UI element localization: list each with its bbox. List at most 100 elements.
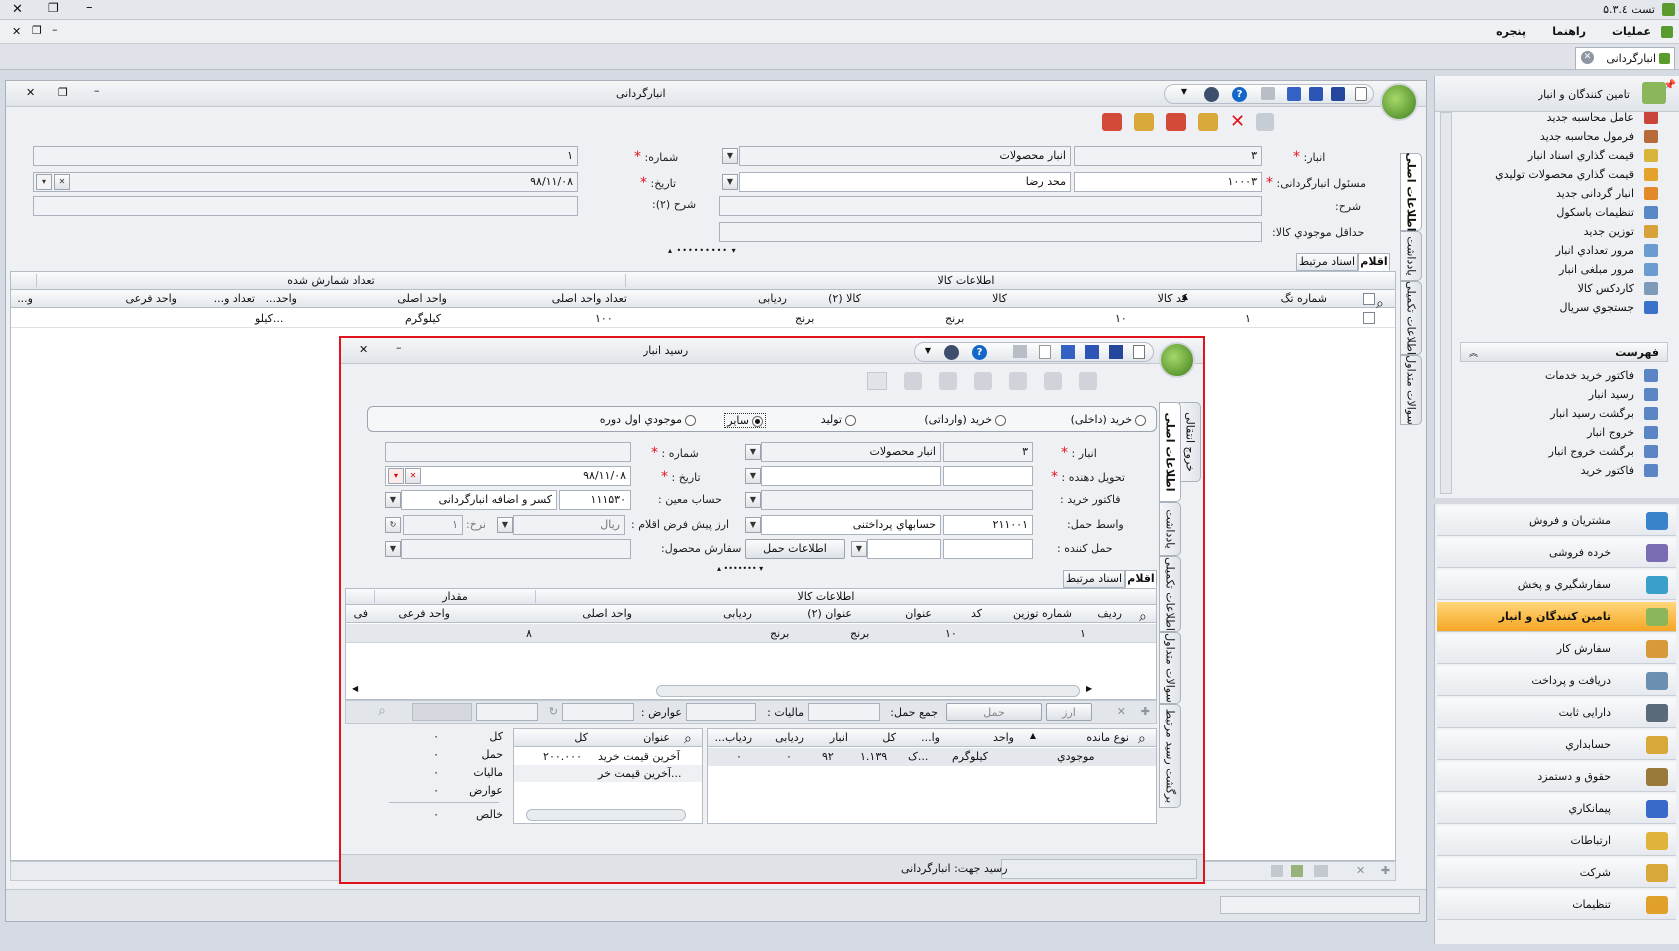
mdi-restore-icon[interactable]: ❐	[32, 24, 42, 37]
r-table-row[interactable]: ۱ ۱۰ برنج برنج ۸	[346, 624, 1156, 643]
r-tab-related-docs[interactable]: اسناد مرتبط	[1063, 570, 1125, 588]
nav-button[interactable]: خرده فروشی	[1437, 538, 1676, 568]
tab-close-icon[interactable]: ✕	[1581, 51, 1594, 64]
receipt-close-icon[interactable]: ✕	[359, 343, 368, 356]
r-arz-field[interactable]: ریال	[513, 515, 625, 535]
r-scroll-left-icon[interactable]: ◀	[352, 684, 358, 693]
r-col-code[interactable]: کد	[936, 607, 986, 620]
collapse-icon[interactable]: ︽	[1469, 346, 1478, 359]
receipt-save-icon[interactable]	[1109, 345, 1123, 359]
receipt-vtab-related-return[interactable]: برگشت رسید مرتبط	[1159, 704, 1181, 808]
sidebar-list-item[interactable]: فاکتور خرید	[1440, 461, 1668, 480]
r-footer-slider[interactable]	[412, 703, 472, 721]
r-arz-button[interactable]: ارز	[1046, 703, 1092, 721]
r-nerkh-field[interactable]: ۱	[403, 515, 463, 535]
menu-item-operations[interactable]: عملیات	[1612, 25, 1651, 38]
print-icon[interactable]	[1261, 87, 1275, 100]
receipt-help-icon[interactable]: ?	[972, 345, 987, 360]
vtab-main-info[interactable]: اطلاعات اصلی	[1400, 152, 1422, 232]
radio-opening-balance[interactable]: موجودي اول دوره	[600, 413, 696, 426]
document-tab[interactable]: انبارگردانی ✕	[1575, 47, 1675, 69]
r-haml-konande-name-field[interactable]	[867, 539, 941, 559]
receipt-action6-icon[interactable]	[904, 372, 922, 390]
nav-button[interactable]: حسابداري	[1437, 730, 1676, 760]
tab-items[interactable]: اقلام	[1358, 253, 1390, 271]
col-count[interactable]: تعداد و...	[189, 292, 259, 305]
anbar-dropdown-icon[interactable]: ▼	[722, 148, 738, 164]
new-doc-icon[interactable]	[1355, 87, 1367, 101]
receipt-print-icon[interactable]	[1013, 345, 1027, 358]
calendar-icon[interactable]: ▾	[36, 174, 52, 190]
confirm-icon[interactable]	[1134, 113, 1154, 131]
nav-button[interactable]: پیمانکاري	[1437, 794, 1676, 824]
tarikh-field[interactable]: ۹۸/۱۱/۰۸	[33, 172, 578, 192]
r-splitter-handle[interactable]: ▴ ••••••• ▾	[717, 564, 763, 573]
splitter-handle[interactable]: ▴ ••••••••• ▾	[668, 246, 737, 255]
r-stock-search-icon[interactable]: ⌕	[1138, 731, 1146, 747]
sidebar-item[interactable]: مرور تعدادي انبار	[1440, 241, 1668, 260]
r-stock-col-unit[interactable]: واحد	[948, 731, 1018, 744]
receipt-settings-icon[interactable]	[944, 345, 959, 360]
add-row-icon[interactable]: ✚	[1381, 864, 1390, 877]
vtab-notes[interactable]: یادداشت	[1400, 231, 1422, 281]
receipt-vtab-notes[interactable]: یادداشت	[1159, 502, 1181, 556]
sidebar-item[interactable]: قیمت گذاري اسناد انبار	[1440, 146, 1668, 165]
sidebar-list-item[interactable]: خروج انبار	[1440, 423, 1668, 442]
haml-info-button[interactable]: اطلاعات حمل	[745, 539, 845, 559]
r-anbar-dropdown-icon[interactable]: ▼	[745, 444, 761, 460]
nav-button[interactable]: تنظیمات	[1437, 890, 1676, 920]
masool-code-field[interactable]: ۱۰۰۰۳	[1074, 172, 1262, 192]
r-col-weigh-no[interactable]: شماره توزین	[986, 607, 1076, 620]
sharh-field[interactable]	[719, 196, 1262, 216]
col-main-unit-count[interactable]: تعداد واحد اصلی	[496, 292, 631, 305]
close-icon[interactable]: ✕	[12, 2, 23, 17]
receipt-action1-icon[interactable]	[1079, 372, 1097, 390]
r-tab-items[interactable]: اقلام	[1125, 570, 1157, 588]
r-stock-col-tracking2[interactable]: ردیاب...	[710, 731, 756, 744]
nav-button[interactable]: سفارشگیري و پخش	[1437, 570, 1676, 600]
r-tahvil-name-field[interactable]	[761, 466, 941, 486]
r-stock-row[interactable]: موجودي کیلوگرم ک... ۱.۱۳۹ ۹۲ ۰ ۰	[708, 748, 1156, 766]
grid-tool-icon[interactable]	[1314, 865, 1328, 877]
col-tracking[interactable]: ردیابی	[711, 292, 791, 305]
save-icon[interactable]	[1331, 87, 1345, 101]
nav-button[interactable]: دریافت و پرداخت	[1437, 666, 1676, 696]
hadaghal-field[interactable]	[719, 222, 1262, 242]
delete-row-icon[interactable]: ✕	[1356, 864, 1365, 877]
mdi-close-icon[interactable]: ✕	[12, 25, 21, 38]
r-grid-hscrollbar[interactable]	[656, 685, 1080, 697]
r-hesab-code-field[interactable]: ۱۱۱۵۳۰	[559, 490, 631, 510]
r-col-tracking[interactable]: ردیابی	[636, 607, 756, 620]
receipt-vtab-main-info[interactable]: اطلاعات اصلی	[1159, 402, 1181, 502]
row-checkbox[interactable]	[1363, 312, 1375, 324]
shomare-field[interactable]: ۱	[33, 146, 578, 166]
sidebar-list-item[interactable]: فاکتور خرید خدمات	[1440, 366, 1668, 385]
sidebar-list-item[interactable]: برگشت رسید انبار	[1440, 404, 1668, 423]
r-avarez-field[interactable]	[562, 703, 634, 721]
r-zoom-icon[interactable]: ⌕	[378, 703, 386, 719]
r-jame-haml-field[interactable]	[808, 703, 880, 721]
r-shomare-field[interactable]	[385, 442, 631, 462]
sidebar-item[interactable]: توزین جدید	[1440, 222, 1668, 241]
receipt-action5-icon[interactable]	[939, 372, 957, 390]
select-all-checkbox[interactable]	[1363, 293, 1375, 305]
receipt-minimize-icon[interactable]: –	[396, 341, 402, 354]
r-hesab-name-field[interactable]: کسر و اضافه انبارگردانی	[401, 490, 557, 510]
radio-other[interactable]: سایر	[724, 413, 766, 428]
receipt-dropdown-icon[interactable]: ▼	[925, 346, 931, 355]
radio-import-purchase[interactable]: خرید (وارداتی)	[924, 413, 1006, 426]
cancel-doc-icon[interactable]	[1102, 113, 1122, 131]
masool-name-field[interactable]: محد رضا	[739, 172, 1071, 192]
receipt-save-new-icon[interactable]	[1061, 345, 1075, 359]
r-tarikh-field[interactable]: ۹۸/۱۱/۰۸	[385, 466, 631, 486]
col-tag[interactable]: شماره تگ	[1241, 292, 1331, 305]
r-col-sub-unit[interactable]: واحد فرعی	[374, 607, 454, 620]
app-menu-icon[interactable]	[1661, 26, 1673, 38]
r-refresh-icon[interactable]: ↻	[549, 705, 558, 718]
radio-production[interactable]: تولید	[821, 413, 856, 426]
r-calendar-icon[interactable]: ▾	[388, 468, 404, 484]
sidebar-pin-icon[interactable]: 📌	[1664, 80, 1676, 91]
anbar-name-field[interactable]: انبار محصولات	[739, 146, 1071, 166]
r-price-hscrollbar[interactable]	[526, 809, 686, 821]
r-vaset-name-field[interactable]: حسابهاي پرداختنی	[761, 515, 941, 535]
